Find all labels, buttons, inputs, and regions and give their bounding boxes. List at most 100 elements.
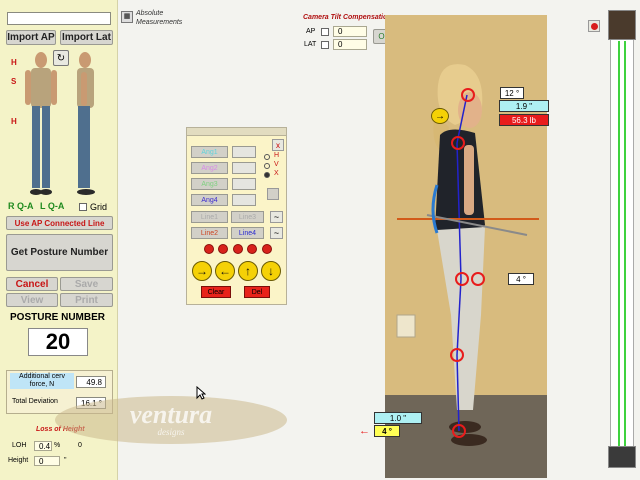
arrow-up-icon[interactable]: ↑	[238, 261, 258, 281]
posture-number-value: 20	[28, 328, 88, 356]
ang2-field	[232, 162, 256, 174]
grid-label: Grid	[90, 202, 108, 212]
marker-hip-2[interactable]	[471, 272, 485, 286]
camera-ap-input[interactable]: 0	[333, 26, 367, 37]
arrow-down-icon[interactable]: ↓	[261, 261, 281, 281]
camera-ap-checkbox[interactable]	[321, 28, 329, 36]
line-wave-icon-1[interactable]: ~	[270, 211, 283, 223]
ang1-button[interactable]: Ang1	[191, 146, 228, 158]
lateral-photo[interactable]	[385, 15, 547, 478]
line-wave-icon-2[interactable]: ~	[270, 227, 283, 239]
radio-x[interactable]	[264, 172, 270, 178]
marker-label-s: S	[11, 77, 17, 86]
marker-ear[interactable]	[461, 88, 475, 102]
view-button[interactable]: View	[6, 293, 58, 307]
marker-shoulder[interactable]	[451, 136, 465, 150]
head-forward-arrow-icon[interactable]: →	[431, 108, 449, 124]
ventura-logo: ventura designs	[55, 396, 287, 444]
del-button[interactable]: Del	[244, 286, 270, 298]
ang2-button[interactable]: Ang2	[191, 162, 228, 174]
absolute-measurements-label[interactable]: Absolute Measurements	[136, 9, 182, 27]
radio-h[interactable]	[264, 154, 270, 160]
angle-small-button[interactable]	[267, 188, 279, 200]
loh-label: LOH	[12, 442, 27, 449]
get-posture-number-button[interactable]: Get Posture Number	[6, 234, 113, 271]
arrow-right-icon[interactable]: →	[192, 261, 212, 281]
marker-ankle[interactable]	[452, 424, 466, 438]
ruler-green-bar-1	[618, 41, 620, 457]
radio-x-label: X	[274, 170, 279, 177]
record-dot-icon	[590, 22, 598, 30]
head-angle-label: 12 °	[500, 87, 524, 99]
loh-unit: %	[54, 442, 61, 449]
ang3-button[interactable]: Ang3	[191, 178, 228, 190]
ankle-angle-label: 4 °	[374, 425, 400, 437]
marker-label-h1: H	[11, 58, 17, 67]
ruler-green-bar-2	[624, 41, 626, 457]
line1-button[interactable]: Line1	[191, 211, 228, 223]
pelvis-angle-label: 4 °	[508, 273, 534, 285]
camera-lat-input[interactable]: 0	[333, 39, 367, 50]
total-deviation-label: Total Deviation	[12, 398, 58, 405]
lqa-button[interactable]: L Q-A	[40, 201, 64, 211]
ang4-field	[232, 194, 256, 206]
ankle-forward-inches: 1.0 "	[374, 412, 422, 424]
camera-lat-checkbox[interactable]	[321, 41, 329, 49]
logo-text: ventura	[129, 400, 213, 429]
angle-tool-panel: Ang1 Ang2 Ang3 Ang4 x H V X Line1 Line3 …	[186, 127, 287, 305]
radio-v[interactable]	[264, 163, 270, 169]
camera-tilt-title: Camera Tilt Compensation	[303, 14, 392, 21]
left-arrow-icon: ←	[359, 425, 370, 437]
additional-force-value: 49.8	[76, 376, 106, 388]
line4-button[interactable]: Line4	[231, 227, 264, 239]
rotate-icon[interactable]: ↻	[53, 50, 69, 66]
print-button[interactable]: Print	[60, 293, 113, 307]
mouse-cursor-icon	[196, 386, 206, 400]
import-lat-button[interactable]: Import Lat	[60, 30, 113, 45]
marker-dot-1[interactable]	[204, 244, 214, 254]
height-input[interactable]: 0	[34, 456, 60, 466]
grid-checkbox[interactable]	[79, 203, 87, 211]
height-label: Height	[8, 457, 29, 464]
angle-panel-titlebar[interactable]	[187, 128, 286, 136]
marker-dot-3[interactable]	[233, 244, 243, 254]
radio-h-label: H	[274, 152, 280, 159]
arrow-left-icon[interactable]: ←	[215, 261, 235, 281]
ang4-button[interactable]: Ang4	[191, 194, 228, 206]
head-forward-inches: 1.9 "	[499, 100, 549, 112]
line3-button[interactable]: Line3	[231, 211, 264, 223]
ap-figure-image	[25, 52, 57, 195]
line2-button[interactable]: Line2	[191, 227, 228, 239]
clear-button[interactable]: Clear	[201, 286, 231, 298]
record-button[interactable]	[588, 20, 600, 32]
additional-force-label: Additional cerv force, N	[10, 373, 74, 389]
marker-hip-1[interactable]	[455, 272, 469, 286]
camera-lat-label: LAT	[304, 41, 317, 48]
use-ap-line-button[interactable]: Use AP Connected Line	[6, 216, 113, 230]
absolute-measurements-icon[interactable]: ▦	[121, 11, 133, 23]
marker-dot-4[interactable]	[247, 244, 257, 254]
side-thumbnail-top[interactable]	[608, 10, 636, 40]
posture-number-label: POSTURE NUMBER	[10, 312, 106, 323]
ang3-field	[232, 178, 256, 190]
loh-input[interactable]: 0.4	[34, 441, 52, 451]
side-thumbnail-bottom[interactable]	[608, 446, 636, 468]
rqa-button[interactable]: R Q-A	[8, 201, 34, 211]
radio-v-label: V	[274, 161, 279, 168]
camera-ap-label: AP	[306, 28, 316, 35]
name-input[interactable]	[7, 12, 111, 25]
analysis-overlay	[397, 94, 539, 432]
absolute-line2: Measurements	[136, 19, 183, 26]
head-force-label: 56.3 lb	[499, 114, 549, 126]
loh-value-2: 0	[78, 442, 82, 449]
marker-knee[interactable]	[450, 348, 464, 362]
save-button[interactable]: Save	[60, 277, 113, 291]
marker-label-h2: H	[11, 117, 17, 126]
import-ap-button[interactable]: Import AP	[6, 30, 56, 45]
cancel-button[interactable]: Cancel	[6, 277, 58, 291]
close-icon[interactable]: x	[272, 139, 284, 151]
marker-dot-2[interactable]	[218, 244, 228, 254]
marker-dot-5[interactable]	[262, 244, 272, 254]
side-ruler	[610, 10, 634, 466]
lat-figure-image	[77, 52, 95, 195]
